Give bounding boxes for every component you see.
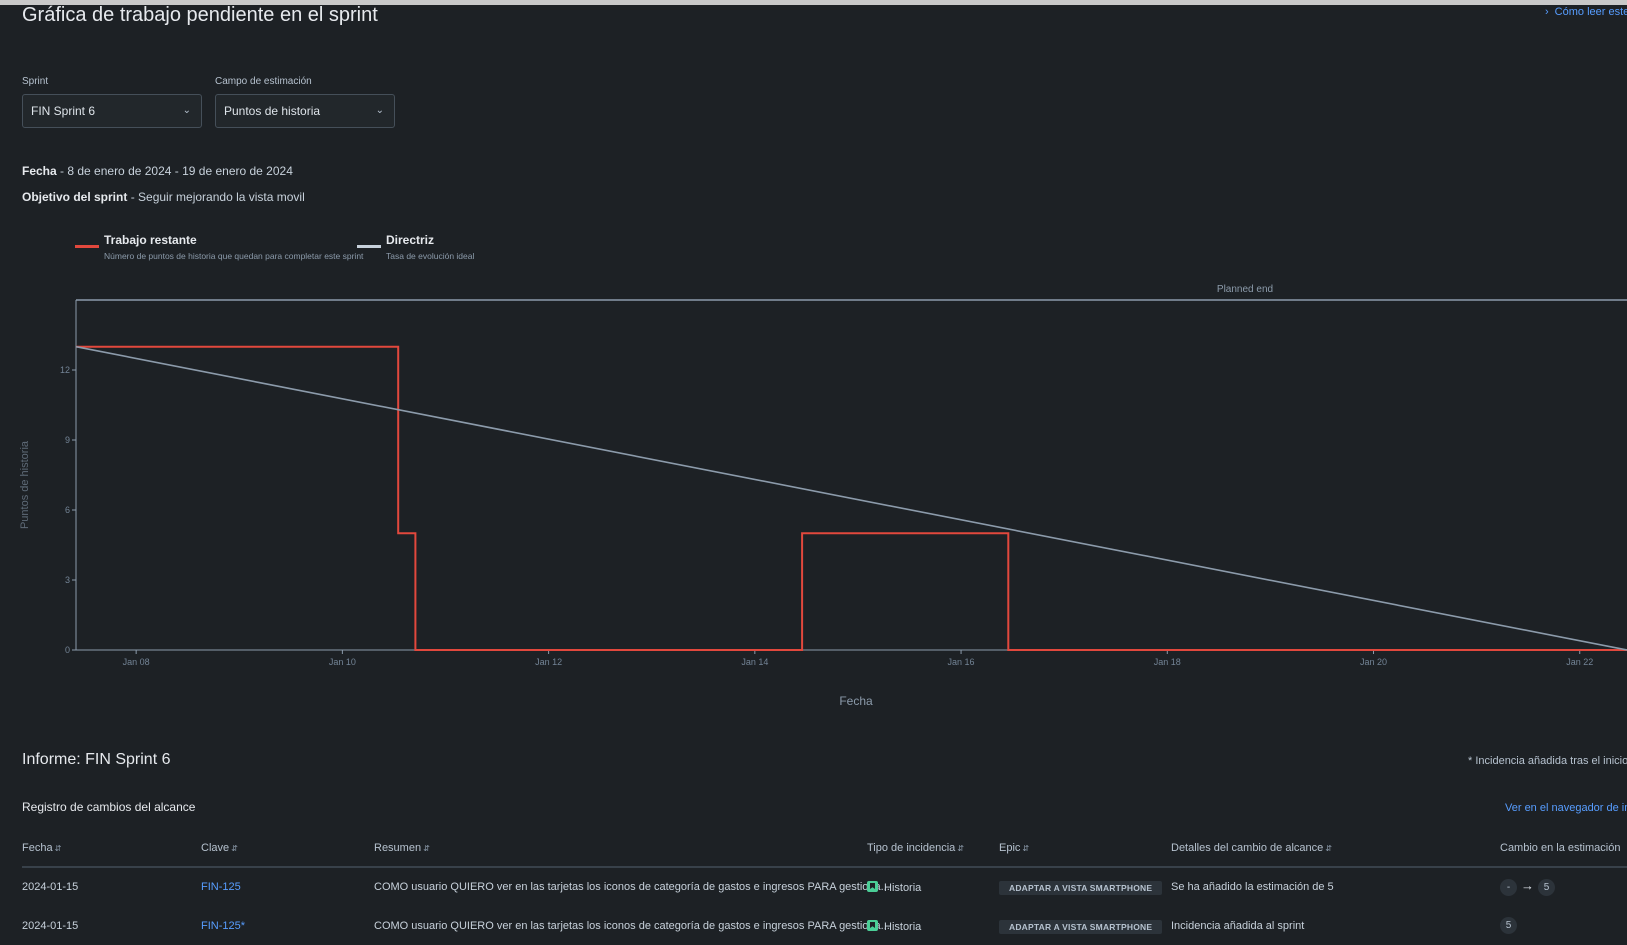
late-added-footnote: * Incidencia añadida tras el inicio d <box>1468 755 1627 767</box>
row-1-issue-type: Historia <box>867 881 921 894</box>
sprint-dates-label: Fecha <box>22 164 57 178</box>
column-header-epic[interactable]: Epic ⇵ <box>999 842 1029 854</box>
sprint-goal: Objetivo del sprint - Seguir mejorando l… <box>22 190 305 204</box>
view-in-issue-navigator-link[interactable]: Ver en el navegador de inc <box>1505 802 1627 814</box>
table-header-divider <box>22 866 1627 868</box>
row-1-summary: COMO usuario QUIERO ver en las tarjetas … <box>374 881 890 893</box>
chevron-down-icon: ⌄ <box>375 105 384 116</box>
y-tick-label: 12 <box>60 365 70 375</box>
x-tick-label: Jan 18 <box>1154 657 1181 667</box>
legend-remaining-title: Trabajo restante <box>104 233 197 247</box>
sort-icon: ⇵ <box>231 844 238 853</box>
page-title: Gráfica de trabajo pendiente en el sprin… <box>22 4 378 26</box>
sprint-select[interactable]: FIN Sprint 6 ⌄ <box>22 94 202 128</box>
scope-change-log-title: Registro de cambios del alcance <box>22 800 196 814</box>
estimate-to-pill: 5 <box>1500 917 1517 934</box>
row-1-estimate-change: - → 5 <box>1500 878 1555 896</box>
remaining-work-swatch <box>75 245 99 248</box>
row-1-issue-type-label: Historia <box>884 882 922 894</box>
row-1-scope-details: Se ha añadido la estimación de 5 <box>1171 881 1334 893</box>
sort-icon: ⇵ <box>957 844 964 853</box>
y-tick-label: 0 <box>65 645 70 655</box>
y-tick-label: 9 <box>65 435 70 445</box>
story-icon <box>867 920 878 931</box>
column-header-epic-label: Epic <box>999 842 1021 854</box>
estimation-select-value: Puntos de historia <box>224 104 321 118</box>
row-2-estimate-change: 5 <box>1500 917 1517 934</box>
estimate-from-pill: - <box>1500 879 1517 896</box>
y-tick-label: 6 <box>65 505 70 515</box>
y-tick-label: 3 <box>65 575 70 585</box>
x-tick-label: Jan 10 <box>329 657 356 667</box>
column-header-summary[interactable]: Resumen ⇵ <box>374 842 430 854</box>
row-2-date: 2024-01-15 <box>22 920 79 932</box>
row-1-epic-tag[interactable]: ADAPTAR A VISTA SMARTPHONE <box>999 881 1163 895</box>
row-1-issue-key-link[interactable]: FIN-125 <box>201 881 241 893</box>
estimation-field-label: Campo de estimación <box>215 76 312 87</box>
row-2-epic-tag[interactable]: ADAPTAR A VISTA SMARTPHONE <box>999 920 1163 934</box>
row-2-issue-type: Historia <box>867 920 921 933</box>
sort-icon: ⇵ <box>1022 844 1030 853</box>
x-tick-label: Jan 14 <box>741 657 768 667</box>
sort-icon: ⇵ <box>423 844 430 853</box>
chevron-right-icon: › <box>1545 6 1549 18</box>
legend-remaining-desc: Número de puntos de historia que quedan … <box>104 251 364 261</box>
chevron-down-icon: ⌄ <box>182 105 191 116</box>
legend-guideline-desc: Tasa de evolución ideal <box>386 251 475 261</box>
guideline-line <box>75 345 1627 651</box>
column-header-date[interactable]: Fecha ⇵ <box>22 842 61 854</box>
sprint-dates-value: - 8 de enero de 2024 - 19 de enero de 20… <box>56 164 293 178</box>
arrow-right-icon: → <box>1521 878 1534 893</box>
column-header-key[interactable]: Clave ⇵ <box>201 842 238 854</box>
sprint-goal-value: - Seguir mejorando la vista movil <box>127 190 305 204</box>
row-2-issue-type-label: Historia <box>884 921 922 933</box>
how-to-read-label: Cómo leer este <box>1554 6 1627 18</box>
x-axis-title: Fecha <box>839 694 873 708</box>
row-2-issue-key-link[interactable]: FIN-125* <box>201 920 245 932</box>
column-header-estimate-change: Cambio en la estimación <box>1500 842 1620 854</box>
x-tick-label: Jan 20 <box>1360 657 1387 667</box>
column-header-summary-label: Resumen <box>374 842 422 854</box>
row-2-summary: COMO usuario QUIERO ver en las tarjetas … <box>374 920 890 932</box>
column-header-details-label: Detalles del cambio de alcance <box>1171 842 1324 854</box>
sort-icon: ⇵ <box>54 844 62 853</box>
legend-guideline-title: Directriz <box>386 233 435 247</box>
column-header-type-label: Tipo de incidencia <box>867 842 956 854</box>
column-header-key-label: Clave <box>201 842 230 854</box>
burndown-chart: Planned end 0 3 6 9 12 Jan 08 Jan 10 Jan 12 Jan 1… <box>19 284 1627 708</box>
y-axis-title: Puntos de historia <box>19 440 31 529</box>
estimation-select[interactable]: Puntos de historia ⌄ <box>215 94 395 128</box>
planned-end-label: Planned end <box>1217 284 1273 295</box>
column-header-scope-details[interactable]: Detalles del cambio de alcance ⇵ <box>1171 842 1332 854</box>
x-tick-label: Jan 08 <box>123 657 150 667</box>
x-tick-label: Jan 16 <box>948 657 975 667</box>
row-2-scope-details: Incidencia añadida al sprint <box>1171 920 1305 932</box>
estimate-to-pill: 5 <box>1538 879 1555 896</box>
sort-icon: ⇵ <box>1325 844 1332 853</box>
sprint-goal-label: Objetivo del sprint <box>22 190 128 204</box>
report-title: Informe: FIN Sprint 6 <box>22 751 171 768</box>
column-header-estimate-label: Cambio en la estimación <box>1500 842 1621 854</box>
x-tick-label: Jan 22 <box>1566 657 1593 667</box>
x-tick-label: Jan 12 <box>535 657 562 667</box>
column-header-issue-type[interactable]: Tipo de incidencia ⇵ <box>867 842 964 854</box>
sprint-select-value: FIN Sprint 6 <box>31 104 96 118</box>
sprint-dates: Fecha - 8 de enero de 2024 - 19 de enero… <box>22 164 293 178</box>
row-1-date: 2024-01-15 <box>22 881 79 893</box>
column-header-date-label: Fecha <box>22 842 53 854</box>
sprint-field-label: Sprint <box>22 76 49 87</box>
guideline-swatch <box>357 245 381 248</box>
story-icon <box>867 881 878 892</box>
how-to-read-link[interactable]: › Cómo leer este <box>1545 6 1627 18</box>
